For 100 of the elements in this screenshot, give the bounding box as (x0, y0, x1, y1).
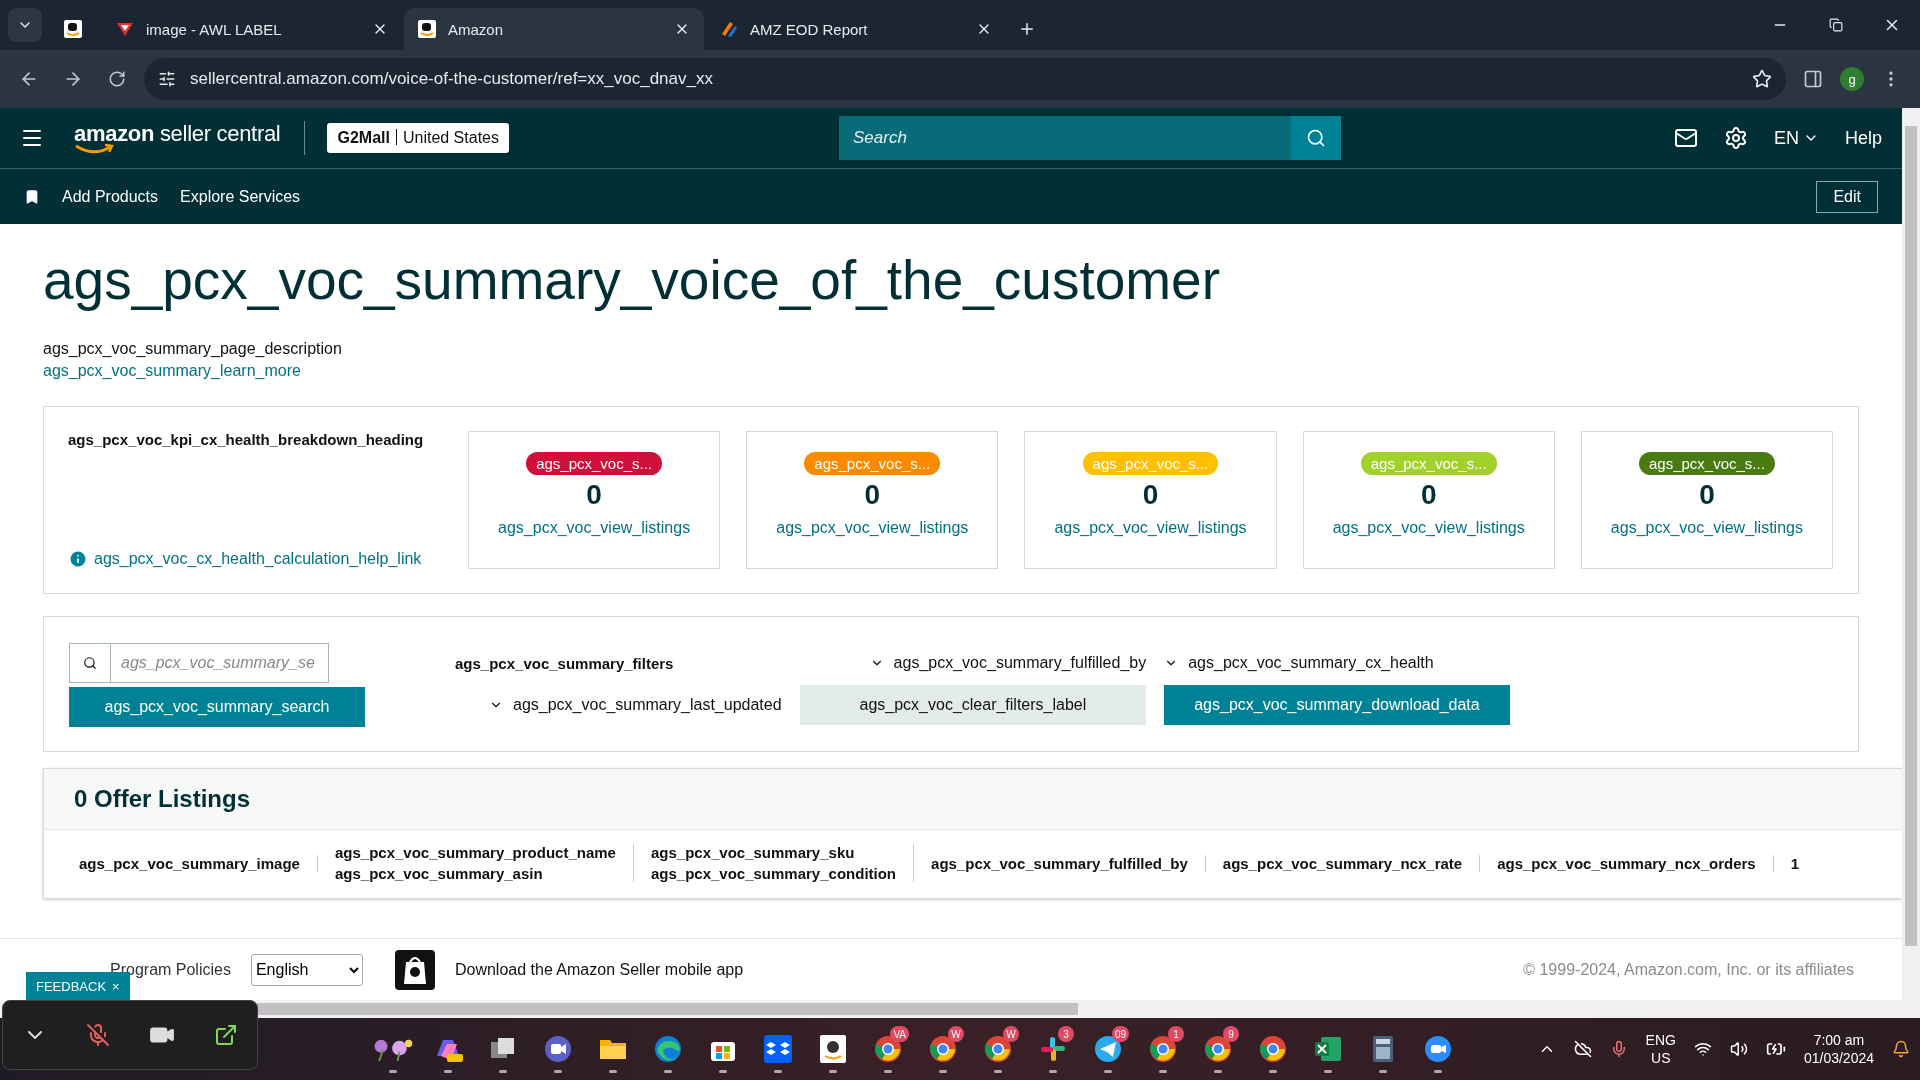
download-button[interactable]: ags_pcx_voc_summary_download_data (1164, 685, 1510, 725)
health-chip: ags_pcx_voc_s... (526, 452, 663, 475)
input-language[interactable]: ENG US (1645, 1031, 1676, 1067)
filter-dropdown[interactable]: ags_pcx_voc_summary_cx_health (1164, 654, 1510, 672)
notification-badge: 1 (1168, 1026, 1184, 1042)
site-settings-icon[interactable] (158, 70, 176, 88)
edit-button[interactable]: Edit (1816, 180, 1878, 213)
browser-tab[interactable]: image - AWL LABEL (102, 8, 402, 50)
share-icon[interactable] (213, 1023, 238, 1047)
tab-title: image - AWL LABEL (146, 20, 283, 38)
taskbar-app[interactable]: 3 (1030, 1023, 1076, 1075)
listing-count: 0 (1420, 479, 1437, 511)
kpi-heading: ags_pcx_voc_kpi_cx_health_breakdown_heading (68, 431, 425, 448)
tab-title: Amazon (448, 20, 505, 38)
amazon-app-icon (394, 949, 435, 990)
spreadsheet-icon (1313, 1034, 1343, 1064)
wifi-icon[interactable] (1693, 1040, 1712, 1058)
search-field[interactable]: Search (839, 116, 1291, 160)
column-header: ags_pcx_voc_summary_asin (334, 865, 544, 882)
column-header: ags_pcx_voc_summary_condition (650, 865, 897, 882)
notification-badge: 09 (1111, 1026, 1129, 1042)
clock[interactable]: 7:00 am 01/03/2024 (1803, 1031, 1874, 1067)
help-link[interactable]: Help (1844, 127, 1882, 149)
seller-central-logo[interactable]: amazon seller central (74, 121, 281, 147)
view-listings-link[interactable]: ags_pcx_voc_view_listings (776, 519, 969, 537)
taskbar-app[interactable]: VA (865, 1023, 911, 1075)
smile-icon (74, 143, 114, 155)
volume-icon[interactable] (1729, 1040, 1748, 1058)
amazon-favicon-icon (418, 20, 436, 38)
amazon-favicon-icon (64, 20, 82, 38)
bookmark-star-icon[interactable] (1752, 69, 1772, 89)
mail-icon[interactable] (1673, 126, 1698, 150)
zoom-video-icon (1423, 1034, 1453, 1064)
listing-count: 0 (1142, 479, 1159, 511)
health-chip: ags_pcx_voc_s... (804, 452, 941, 475)
taskbar-app[interactable]: W (920, 1023, 966, 1075)
notification-badge: W (948, 1026, 964, 1042)
notification-badge: VA (890, 1026, 909, 1042)
store-selector[interactable]: G2Mall United States (327, 123, 509, 153)
filter-dropdown[interactable]: ags_pcx_voc_summary_last_updated (489, 696, 782, 714)
browser-tab[interactable]: AMZ EOD Report (706, 8, 1006, 50)
side-panel-icon[interactable] (1803, 69, 1823, 89)
dropbox-icon (763, 1034, 793, 1064)
notification-icon[interactable] (1892, 1040, 1910, 1058)
taskbar-app[interactable]: 09 (1085, 1023, 1131, 1075)
learn-more-link[interactable]: ags_pcx_voc_summary_learn_more (43, 362, 1902, 380)
close-icon[interactable]: × (112, 978, 120, 994)
column-header: ags_pcx_voc_summary_fulfilled_by (931, 854, 1188, 872)
search-icon (83, 656, 97, 670)
search-button[interactable] (1291, 116, 1341, 160)
view-listings-link[interactable]: ags_pcx_voc_view_listings (1332, 519, 1525, 537)
browser-tab[interactable]: Amazon (404, 8, 704, 50)
vertical-scrollbar[interactable] (1902, 108, 1920, 1018)
nav-link[interactable]: Add Products (62, 187, 159, 206)
page-title: ags_pcx_voc_summary_voice_of_the_customer (43, 248, 1221, 312)
clear-filters-button[interactable]: ags_pcx_voc_clear_filters_label (799, 685, 1147, 725)
settings-icon[interactable] (1723, 126, 1748, 150)
tab-search-button[interactable] (8, 8, 42, 42)
bookmark-icon[interactable] (24, 188, 40, 205)
column-header: ags_pcx_voc_summary_sku (650, 844, 856, 861)
filter-dropdown[interactable]: ags_pcx_voc_summary_fulfilled_by (869, 654, 1147, 672)
filters-label: ags_pcx_voc_summary_filters (455, 654, 675, 672)
health-chip: ags_pcx_voc_s... (1082, 452, 1219, 475)
restore-icon[interactable] (1829, 18, 1843, 32)
language-menu[interactable]: EN (1773, 127, 1819, 149)
taskbar-app[interactable]: 1 (1140, 1023, 1186, 1075)
chrome-browser-icon (1258, 1034, 1288, 1064)
edge-browser-icon (653, 1034, 683, 1064)
tab-title: AMZ EOD Report (750, 20, 869, 38)
taskbar-app[interactable]: 9 (1195, 1023, 1241, 1075)
feedback-button[interactable]: FEEDBACK × (26, 972, 130, 1000)
new-tab-icon[interactable] (1018, 20, 1036, 38)
view-listings-link[interactable]: ags_pcx_voc_view_listings (498, 519, 691, 537)
column-header: ags_pcx_voc_summary_ncx_orders (1497, 854, 1756, 872)
column-header: ags_pcx_voc_summary_product_name (334, 844, 616, 861)
page-description: ags_pcx_voc_summary_page_description (43, 340, 343, 358)
help-link[interactable]: ags_pcx_voc_cx_health_calculation_help_link (94, 550, 422, 568)
video-chat-icon (543, 1034, 573, 1064)
search-button[interactable]: ags_pcx_voc_summary_search (69, 687, 365, 727)
muted-mic-icon[interactable] (85, 1023, 110, 1047)
taskbar-app[interactable]: W (975, 1023, 1021, 1075)
info-icon (68, 549, 88, 569)
notification-badge: W (1003, 1026, 1019, 1042)
view-listings-link[interactable]: ags_pcx_voc_view_listings (1054, 519, 1247, 537)
nav-link[interactable]: Explore Services (180, 187, 301, 206)
health-chip: ags_pcx_voc_s... (1638, 452, 1775, 475)
listing-count: 0 (1699, 479, 1715, 511)
address-bar[interactable]: sellercentral.amazon.com/voice-of-the-customer/ref=xx_voc_dnav_xx (144, 58, 1786, 100)
search-field[interactable]: ags_pcx_voc_summary_se (111, 643, 329, 683)
language-select[interactable]: English (250, 953, 363, 986)
cloud-off-icon[interactable] (1573, 1040, 1592, 1058)
label-favicon-icon (116, 20, 134, 38)
health-chip: ags_pcx_voc_s... (1360, 452, 1497, 475)
app-download-text: Download the Amazon Seller mobile app (454, 960, 744, 979)
amazon-app-icon (818, 1034, 848, 1064)
reload-icon[interactable] (108, 70, 126, 88)
notification-badge: 9 (1223, 1026, 1239, 1042)
profile-avatar[interactable]: g (1840, 67, 1864, 91)
copyright-text: © 1999-2024, Amazon.com, Inc. or its affiliates (1523, 960, 1854, 979)
view-listings-link[interactable]: ags_pcx_voc_view_listings (1610, 519, 1803, 537)
